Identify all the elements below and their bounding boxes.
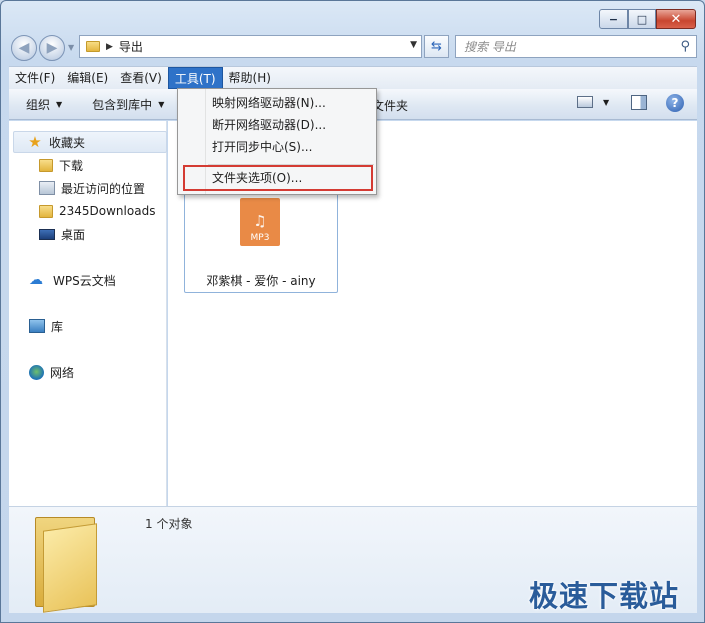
- view-options-icon[interactable]: [577, 96, 593, 108]
- star-icon: ★: [28, 132, 42, 151]
- refresh-button[interactable]: ⇆: [424, 35, 449, 58]
- file-name: 邓紫棋 - 爱你 - ainy: [206, 274, 316, 288]
- nav-favorites[interactable]: ★ 收藏夹: [27, 131, 85, 153]
- organize-label: 组织: [26, 97, 51, 112]
- preview-pane-icon[interactable]: [631, 95, 647, 110]
- menu-item-disconnect-network-drive[interactable]: 断开网络驱动器(D)...: [212, 114, 326, 136]
- nav-item-label: 最近访问的位置: [61, 181, 146, 196]
- address-bar[interactable]: ▶ 导出 ▼: [79, 35, 422, 58]
- menu-view[interactable]: 查看(V): [114, 67, 168, 89]
- search-icon[interactable]: ⚲: [680, 39, 690, 54]
- include-library-button[interactable]: 包含到库中 ▼: [92, 96, 164, 113]
- search-input[interactable]: 搜索 导出 ⚲: [455, 35, 697, 58]
- address-dropdown-icon[interactable]: ▼: [410, 40, 417, 50]
- new-folder-button[interactable]: 文件夹: [372, 97, 408, 114]
- forward-button[interactable]: ▶: [39, 35, 65, 61]
- maximize-icon: □: [636, 12, 648, 26]
- cloud-icon: ☁: [29, 272, 43, 288]
- recent-pages-dropdown-icon[interactable]: ▼: [68, 43, 74, 52]
- recent-places-icon: [39, 181, 55, 195]
- menu-file[interactable]: 文件(F): [9, 67, 61, 89]
- file-type-label: MP3: [250, 233, 270, 243]
- nav-libraries[interactable]: 库: [29, 315, 63, 337]
- explorer-window: − □ ✕ ◀ ▶ ▼ ▶ 导出 ▼ ⇆ 搜索 导出 ⚲ 文件(F) 编辑(E)…: [0, 0, 705, 623]
- breadcrumb-current[interactable]: 导出: [119, 38, 143, 55]
- folder-icon: [39, 204, 53, 218]
- desktop-icon: [39, 228, 55, 240]
- mp3-file-icon: ♫ MP3: [240, 198, 280, 246]
- nav-wps-label: WPS云文档: [53, 273, 116, 288]
- folder-icon: [86, 41, 100, 52]
- forward-arrow-icon: ▶: [46, 40, 58, 56]
- nav-wps-cloud[interactable]: ☁ WPS云文档: [29, 269, 116, 291]
- navigation-pane: ★ 收藏夹 下载 最近访问的位置 2345Downloads 桌面 ☁ WPS云…: [9, 121, 167, 506]
- nav-item-downloads[interactable]: 下载: [39, 154, 83, 176]
- folder-icon: [35, 517, 105, 613]
- menu-item-map-network-drive[interactable]: 映射网络驱动器(N)...: [212, 92, 326, 114]
- chevron-down-icon[interactable]: ▼: [603, 98, 609, 107]
- help-icon[interactable]: ?: [666, 94, 684, 112]
- close-button[interactable]: ✕: [656, 9, 696, 29]
- back-arrow-icon: ◀: [18, 40, 30, 56]
- nav-favorites-label: 收藏夹: [49, 135, 86, 150]
- nav-libraries-label: 库: [51, 319, 64, 334]
- include-library-label: 包含到库中: [92, 97, 153, 112]
- refresh-icon: ⇆: [431, 39, 442, 54]
- nav-network-label: 网络: [50, 365, 75, 380]
- menu-item-sync-center[interactable]: 打开同步中心(S)...: [212, 136, 312, 158]
- chevron-down-icon: ▼: [158, 99, 165, 109]
- chevron-down-icon: ▼: [56, 99, 63, 109]
- nav-item-desktop[interactable]: 桌面: [39, 223, 85, 245]
- nav-network[interactable]: 网络: [29, 361, 74, 383]
- back-button[interactable]: ◀: [11, 35, 37, 61]
- library-icon: [29, 319, 45, 333]
- network-icon: [29, 364, 44, 380]
- folder-icon: [39, 158, 53, 172]
- minimize-icon: −: [608, 12, 619, 26]
- menu-item-folder-options[interactable]: 文件夹选项(O)...: [212, 167, 302, 189]
- nav-item-label: 2345Downloads: [59, 204, 156, 218]
- item-count: 1 个对象: [145, 517, 193, 531]
- close-icon: ✕: [670, 11, 682, 27]
- nav-item-label: 桌面: [61, 227, 86, 242]
- tools-menu: 映射网络驱动器(N)... 断开网络驱动器(D)... 打开同步中心(S)...…: [177, 88, 377, 195]
- minimize-button[interactable]: −: [599, 9, 628, 29]
- maximize-button[interactable]: □: [628, 9, 656, 29]
- menu-help[interactable]: 帮助(H): [223, 67, 277, 89]
- organize-button[interactable]: 组织 ▼: [26, 96, 62, 113]
- music-note-icon: ♫: [253, 212, 267, 230]
- breadcrumb-chevron-icon[interactable]: ▶: [106, 42, 113, 52]
- watermark-logo: 极速下载站: [529, 579, 680, 613]
- menu-edit[interactable]: 编辑(E): [61, 67, 114, 89]
- nav-item-2345downloads[interactable]: 2345Downloads: [39, 200, 155, 222]
- menu-tools[interactable]: 工具(T): [167, 67, 223, 89]
- menu-bar: 文件(F) 编辑(E) 查看(V) 工具(T) 帮助(H): [9, 66, 697, 89]
- folder-front-shape: [43, 523, 97, 613]
- nav-item-recent-places[interactable]: 最近访问的位置: [39, 177, 145, 199]
- search-placeholder: 搜索 导出: [464, 40, 516, 54]
- nav-item-label: 下载: [59, 158, 84, 173]
